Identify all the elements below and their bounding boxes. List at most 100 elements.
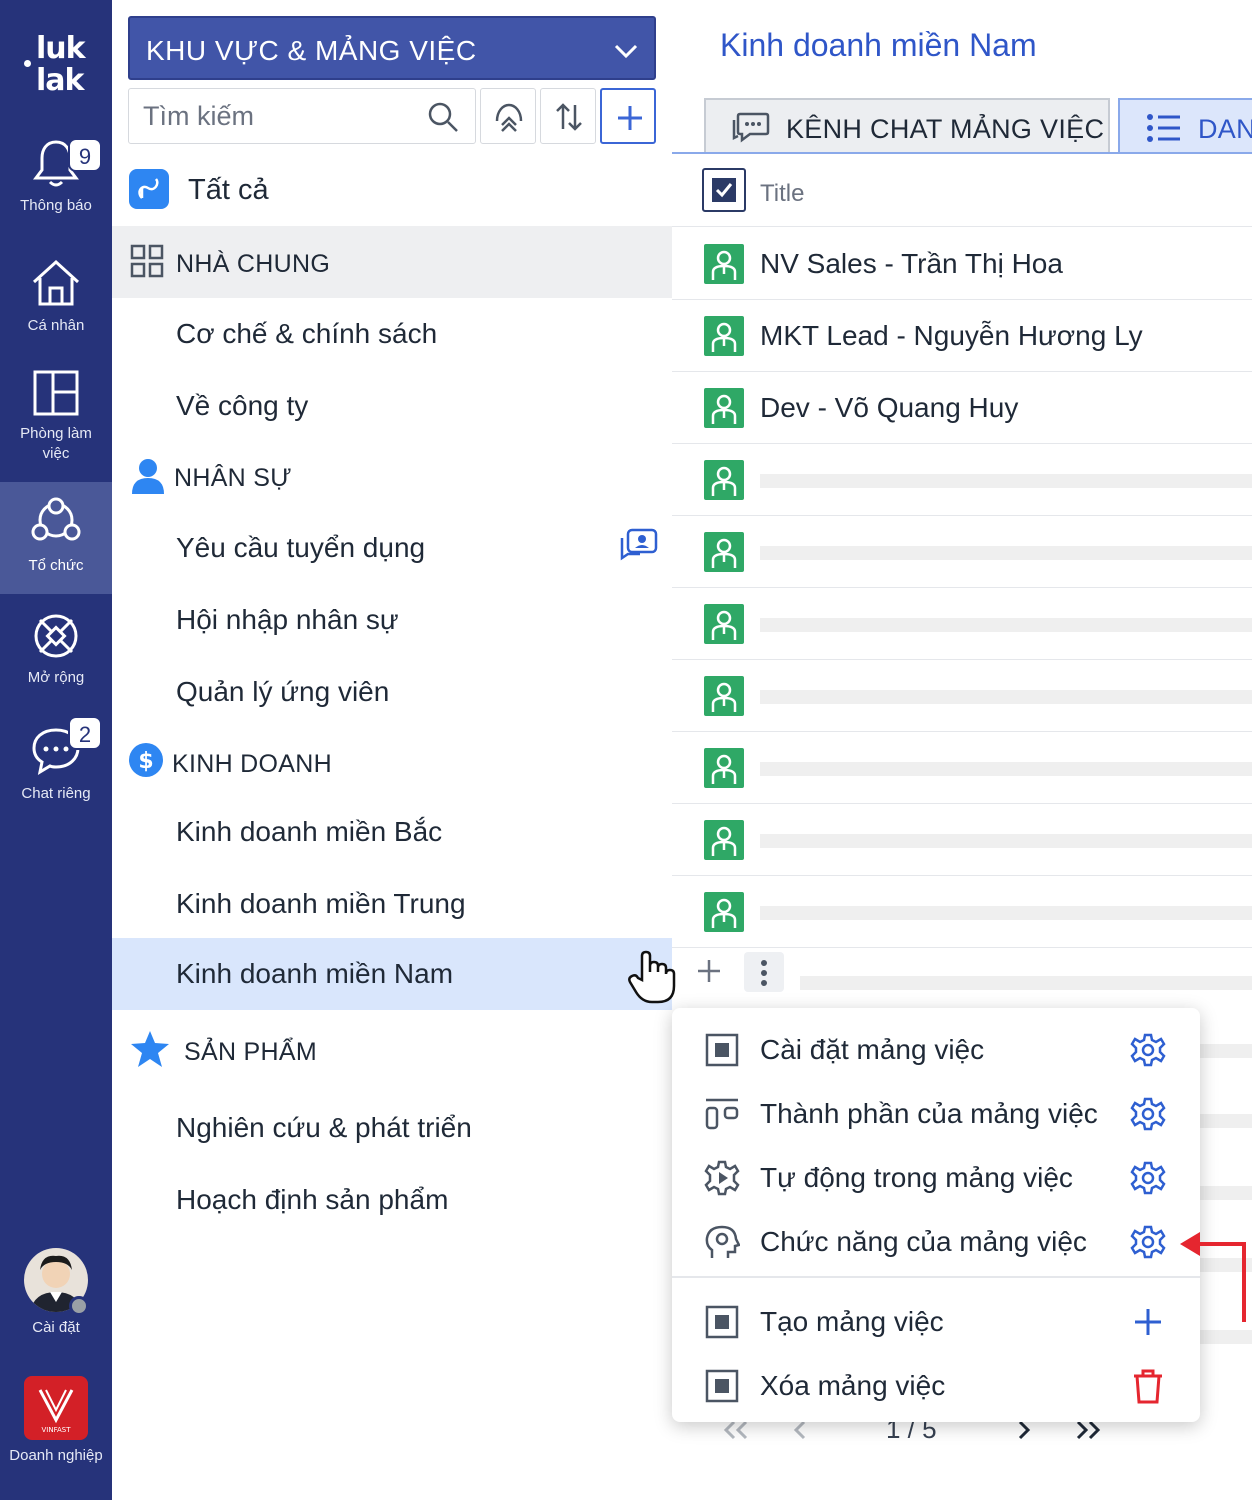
section-title: NHÂN SỰ [174,464,292,492]
gear-icon[interactable] [1130,1160,1166,1196]
left-rail: luk lak 9 Thông báo Cá nhân Phòng làm vi… [0,0,112,1500]
automation-gear-icon [704,1160,740,1196]
page-title: Kinh doanh miền Nam [720,27,1037,63]
rail-extensions[interactable]: Mở rộng [0,610,112,700]
select-all-checkbox[interactable] [702,168,746,212]
area-item[interactable]: Quản lý ứng viên [112,656,672,728]
section-business[interactable]: $ KINH DOANH [112,726,672,798]
loading-placeholder [800,976,1252,990]
chat-support-icon[interactable] [620,528,658,562]
tab-label: DAN [1198,114,1252,144]
table-row-placeholder[interactable] [672,660,1252,732]
all-areas-item[interactable]: Tất cả [112,154,672,226]
menu-item-create-area[interactable]: Tạo mảng việc [672,1290,1200,1354]
menu-item-area-functions[interactable]: Chức năng của mảng việc [672,1210,1200,1274]
section-common-house[interactable]: NHÀ CHUNG [112,226,672,298]
rail-label-personal: Cá nhân [27,317,85,334]
prev-page-icon[interactable] [792,1420,808,1440]
table-row-placeholder[interactable] [672,588,1252,660]
rail-workroom[interactable]: Phòng làm việc [0,368,112,478]
layout-icon [33,370,79,416]
lukclak-logo[interactable]: luk lak [22,30,92,100]
next-page-icon[interactable] [1016,1420,1032,1440]
menu-item-label: Tự động trong mảng việc [760,1162,1073,1193]
trash-icon[interactable] [1130,1368,1166,1404]
notification-badge: 9 [68,138,102,172]
rail-private-chat[interactable]: 2 Chat riêng [0,716,112,816]
more-options-button[interactable] [744,952,784,992]
menu-item-delete-area[interactable]: Xóa mảng việc [672,1354,1200,1418]
member-avatar-icon [704,820,744,860]
section-hr[interactable]: NHÂN SỰ [112,440,672,512]
search-input[interactable] [143,99,413,133]
area-item-label: Kinh doanh miền Bắc [176,816,443,847]
table-row-placeholder[interactable] [672,732,1252,804]
search-box[interactable] [128,88,476,144]
rail-notifications[interactable]: 9 Thông báo [0,138,112,238]
area-item[interactable]: Về công ty [112,370,672,442]
section-title: KINH DOANH [172,750,332,778]
gear-icon[interactable] [1130,1096,1166,1132]
row-actions [672,944,1252,1000]
area-item[interactable]: Cơ chế & chính sách [112,298,672,370]
check-icon [712,178,736,202]
area-item[interactable]: Nghiên cứu & phát triển [112,1092,672,1164]
tab-area-chat[interactable]: KÊNH CHAT MẢNG VIỆC [704,98,1110,154]
loading-placeholder [760,474,1252,488]
menu-item-label: Cài đặt mảng việc [760,1034,985,1065]
organization-icon [31,497,81,541]
rail-settings[interactable]: Cài đặt [0,1248,112,1348]
dollar-icon: $ [129,743,163,777]
menu-item-area-automation[interactable]: Tự động trong mảng việc [672,1146,1200,1210]
first-page-icon[interactable] [722,1420,750,1440]
rail-label-settings: Cài đặt [32,1319,80,1336]
rail-personal[interactable]: Cá nhân [0,256,112,346]
area-item[interactable]: Hoạch định sản phẩm [112,1164,672,1236]
area-item[interactable]: Kinh doanh miền Trung [112,868,672,940]
add-row-icon[interactable] [696,958,722,984]
rail-enterprise[interactable]: VINFAST Doanh nghiệp [0,1376,112,1476]
plus-icon[interactable] [1130,1304,1166,1340]
gear-icon[interactable] [1130,1032,1166,1068]
area-item[interactable]: Hội nhập nhân sự [112,584,672,656]
area-dropdown[interactable]: KHU VỰC & MẢNG VIỆC [128,16,656,80]
table-row-placeholder[interactable] [672,876,1252,948]
vinfast-logo: VINFAST [24,1376,88,1440]
menu-item-area-components[interactable]: Thành phần của mảng việc [672,1082,1200,1146]
logo-line1: luk [36,31,86,66]
table-row[interactable]: Dev - Võ Quang Huy [672,372,1252,444]
logo-dot [24,60,31,67]
add-area-button[interactable] [600,88,656,144]
rail-label-private-chat: Chat riêng [21,785,91,802]
star-icon [131,1031,169,1067]
area-panel: KHU VỰC & MẢNG VIỆC Tất cả NHÀ CHUNG Cơ … [112,0,672,1500]
area-item[interactable]: Yêu cầu tuyển dụng [112,512,672,584]
area-item-label: Hoạch định sản phẩm [176,1184,449,1215]
tab-list[interactable]: DAN [1118,98,1252,154]
area-item[interactable]: Kinh doanh miền Bắc [112,796,672,868]
hand-pointer-icon [628,950,676,1004]
gear-icon[interactable] [1130,1224,1166,1260]
area-item-label: Cơ chế & chính sách [176,318,438,349]
menu-item-area-settings[interactable]: Cài đặt mảng việc [672,1018,1200,1082]
rail-label-notifications: Thông báo [20,197,92,214]
grid-icon [130,244,164,278]
last-page-icon[interactable] [1074,1420,1102,1440]
area-item-selected[interactable]: Kinh doanh miền Nam [112,938,672,1010]
table-row[interactable]: MKT Lead - Nguyễn Hương Ly [672,300,1252,372]
filter-button[interactable] [480,88,536,144]
table-row-placeholder[interactable] [672,516,1252,588]
head-gear-icon [705,1225,740,1258]
table-row-placeholder[interactable] [672,804,1252,876]
table-row[interactable]: NV Sales - Trần Thị Hoa [672,228,1252,300]
loading-placeholder [760,690,1252,704]
row-title: NV Sales - Trần Thị Hoa [760,248,1063,279]
loading-placeholder [1200,1044,1252,1058]
section-product[interactable]: SẢN PHẨM [112,1014,672,1086]
header-divider [672,226,1252,227]
rail-organization[interactable]: Tổ chức [0,482,112,594]
menu-item-label: Xóa mảng việc [760,1370,946,1401]
table-row-placeholder[interactable] [672,444,1252,516]
column-title-header: Title [760,180,805,207]
sort-button[interactable] [540,88,596,144]
